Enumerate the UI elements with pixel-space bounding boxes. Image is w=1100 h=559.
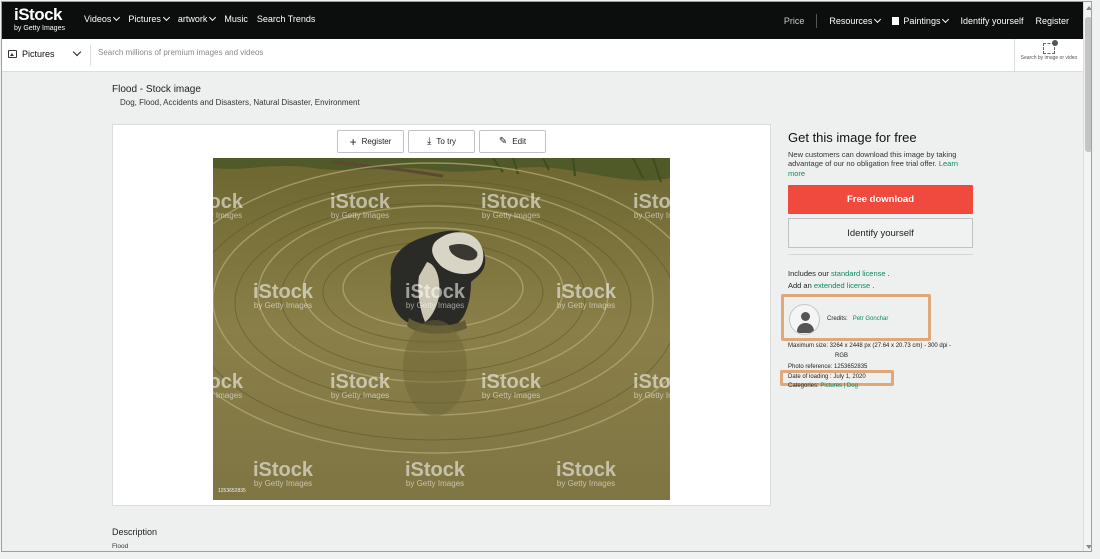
watermark: iStockby Getty Images — [481, 191, 542, 220]
page-title: Flood - Stock image — [112, 84, 201, 95]
nav-divider — [816, 14, 818, 28]
free-download-button[interactable]: Free download — [788, 185, 973, 214]
watermark: iStockby Getty Images — [633, 371, 670, 400]
media-type-select[interactable]: Pictures — [8, 47, 81, 59]
chevron-down-icon — [162, 13, 170, 22]
nav-price[interactable]: Price — [784, 16, 805, 26]
search-divider — [90, 45, 91, 66]
scroll-thumb[interactable] — [1085, 17, 1091, 152]
nav-register[interactable]: Register — [1035, 16, 1069, 26]
watermark: iStockby Getty Images — [481, 371, 542, 400]
description-title: Description — [112, 527, 158, 537]
watermark: iStockby Getty Images — [213, 191, 244, 220]
istock-logo[interactable]: iStock by Getty Images — [14, 6, 65, 32]
free-trial-description: New customers can download this image by… — [788, 150, 958, 178]
keyword-tags: Dog, Flood, Accidents and Disasters, Nat… — [120, 98, 360, 107]
nav-item-search-trends[interactable]: Search Trends — [257, 14, 316, 24]
download-icon: ⤓ — [427, 135, 432, 147]
contributor-avatar[interactable] — [789, 304, 820, 335]
photo-dog-in-flood — [213, 158, 670, 500]
description-text: Flood — [112, 543, 129, 550]
chevron-down-icon — [874, 15, 882, 24]
nav-identify[interactable]: Identify yourself — [960, 16, 1023, 26]
nav-left-menu: Videos Pictures artwork Music Search Trends — [84, 13, 316, 24]
chevron-down-icon — [942, 15, 950, 24]
watermark: iStockby Getty Images — [633, 191, 670, 220]
edit-icon: ✎ — [498, 135, 508, 147]
image-icon — [8, 50, 17, 58]
identify-yourself-button[interactable]: Identify yourself — [788, 218, 973, 248]
standard-license-line: Includes our standard license . — [788, 269, 890, 278]
max-size: Maximum size: 3264 x 2448 px (27.64 x 20… — [788, 343, 952, 349]
watermark: iStockby Getty Images — [253, 459, 314, 488]
image-search-icon — [1043, 40, 1058, 54]
extended-license-line: Add an extended license . — [788, 281, 875, 290]
watermark: iStockby Getty Images — [213, 371, 244, 400]
nav-paintings[interactable]: Paintings — [892, 15, 950, 26]
date-of-loading: Date of loading : July 1, 2020 — [788, 374, 866, 380]
contributor-link[interactable]: Petr Gonchar — [853, 316, 889, 322]
color-mode: RGB — [835, 353, 849, 359]
standard-license-link[interactable]: standard license — [831, 269, 886, 278]
image-actions: + Register ⤓ To try ✎ Edit — [337, 130, 546, 153]
watermark: iStockby Getty Images — [405, 459, 466, 488]
register-button[interactable]: + Register — [337, 130, 404, 153]
board-icon — [892, 17, 900, 25]
categories-links[interactable]: Pictures | Dog — [820, 383, 858, 389]
scroll-down-icon[interactable] — [1086, 545, 1091, 549]
chevron-down-icon — [209, 13, 217, 22]
nav-right-menu: Price Resources Paintings Identify yours… — [784, 14, 1069, 28]
categories: Categories: Pictures | Dog — [788, 383, 858, 389]
get-image-heading: Get this image for free — [788, 130, 917, 145]
search-bar: Pictures Search by image or video — [2, 39, 1083, 72]
top-nav: iStock by Getty Images Videos Pictures art… — [2, 2, 1083, 39]
watermark: iStockby Getty Images — [330, 371, 391, 400]
search-input[interactable] — [98, 48, 598, 57]
watermark: iStockby Getty Images — [556, 281, 617, 310]
nav-resources[interactable]: Resources — [829, 15, 882, 26]
search-by-image-button[interactable]: Search by image or video — [1014, 39, 1083, 72]
edit-button[interactable]: ✎ Edit — [479, 130, 546, 153]
stock-photo[interactable]: iStockby Getty Images iStockby Getty Ima… — [213, 158, 670, 500]
chevron-down-icon — [113, 13, 121, 22]
watermark: iStockby Getty Images — [330, 191, 391, 220]
watermark: iStockby Getty Images — [253, 281, 314, 310]
watermark: iStockby Getty Images — [556, 459, 617, 488]
nav-item-music[interactable]: Music — [224, 14, 248, 24]
try-button[interactable]: ⤓ To try — [408, 130, 475, 153]
scroll-up-icon[interactable] — [1086, 6, 1091, 10]
nav-item-artwork[interactable]: artwork — [178, 13, 217, 24]
chevron-down-icon — [72, 47, 81, 57]
credits: Credits: Petr Gonchar — [827, 316, 889, 322]
watermark: iStockby Getty Images — [405, 281, 466, 310]
page-scrollbar[interactable] — [1083, 2, 1091, 551]
nav-item-videos[interactable]: Videos — [84, 13, 121, 24]
image-id: 1253652835 — [218, 488, 246, 494]
user-icon — [801, 312, 810, 321]
browser-viewport: iStock by Getty Images Videos Pictures art… — [1, 1, 1092, 552]
sidebar-divider — [788, 254, 973, 255]
extended-license-link[interactable]: extended license — [814, 281, 870, 290]
nav-item-pictures[interactable]: Pictures — [128, 13, 170, 24]
plus-icon: + — [349, 134, 357, 149]
